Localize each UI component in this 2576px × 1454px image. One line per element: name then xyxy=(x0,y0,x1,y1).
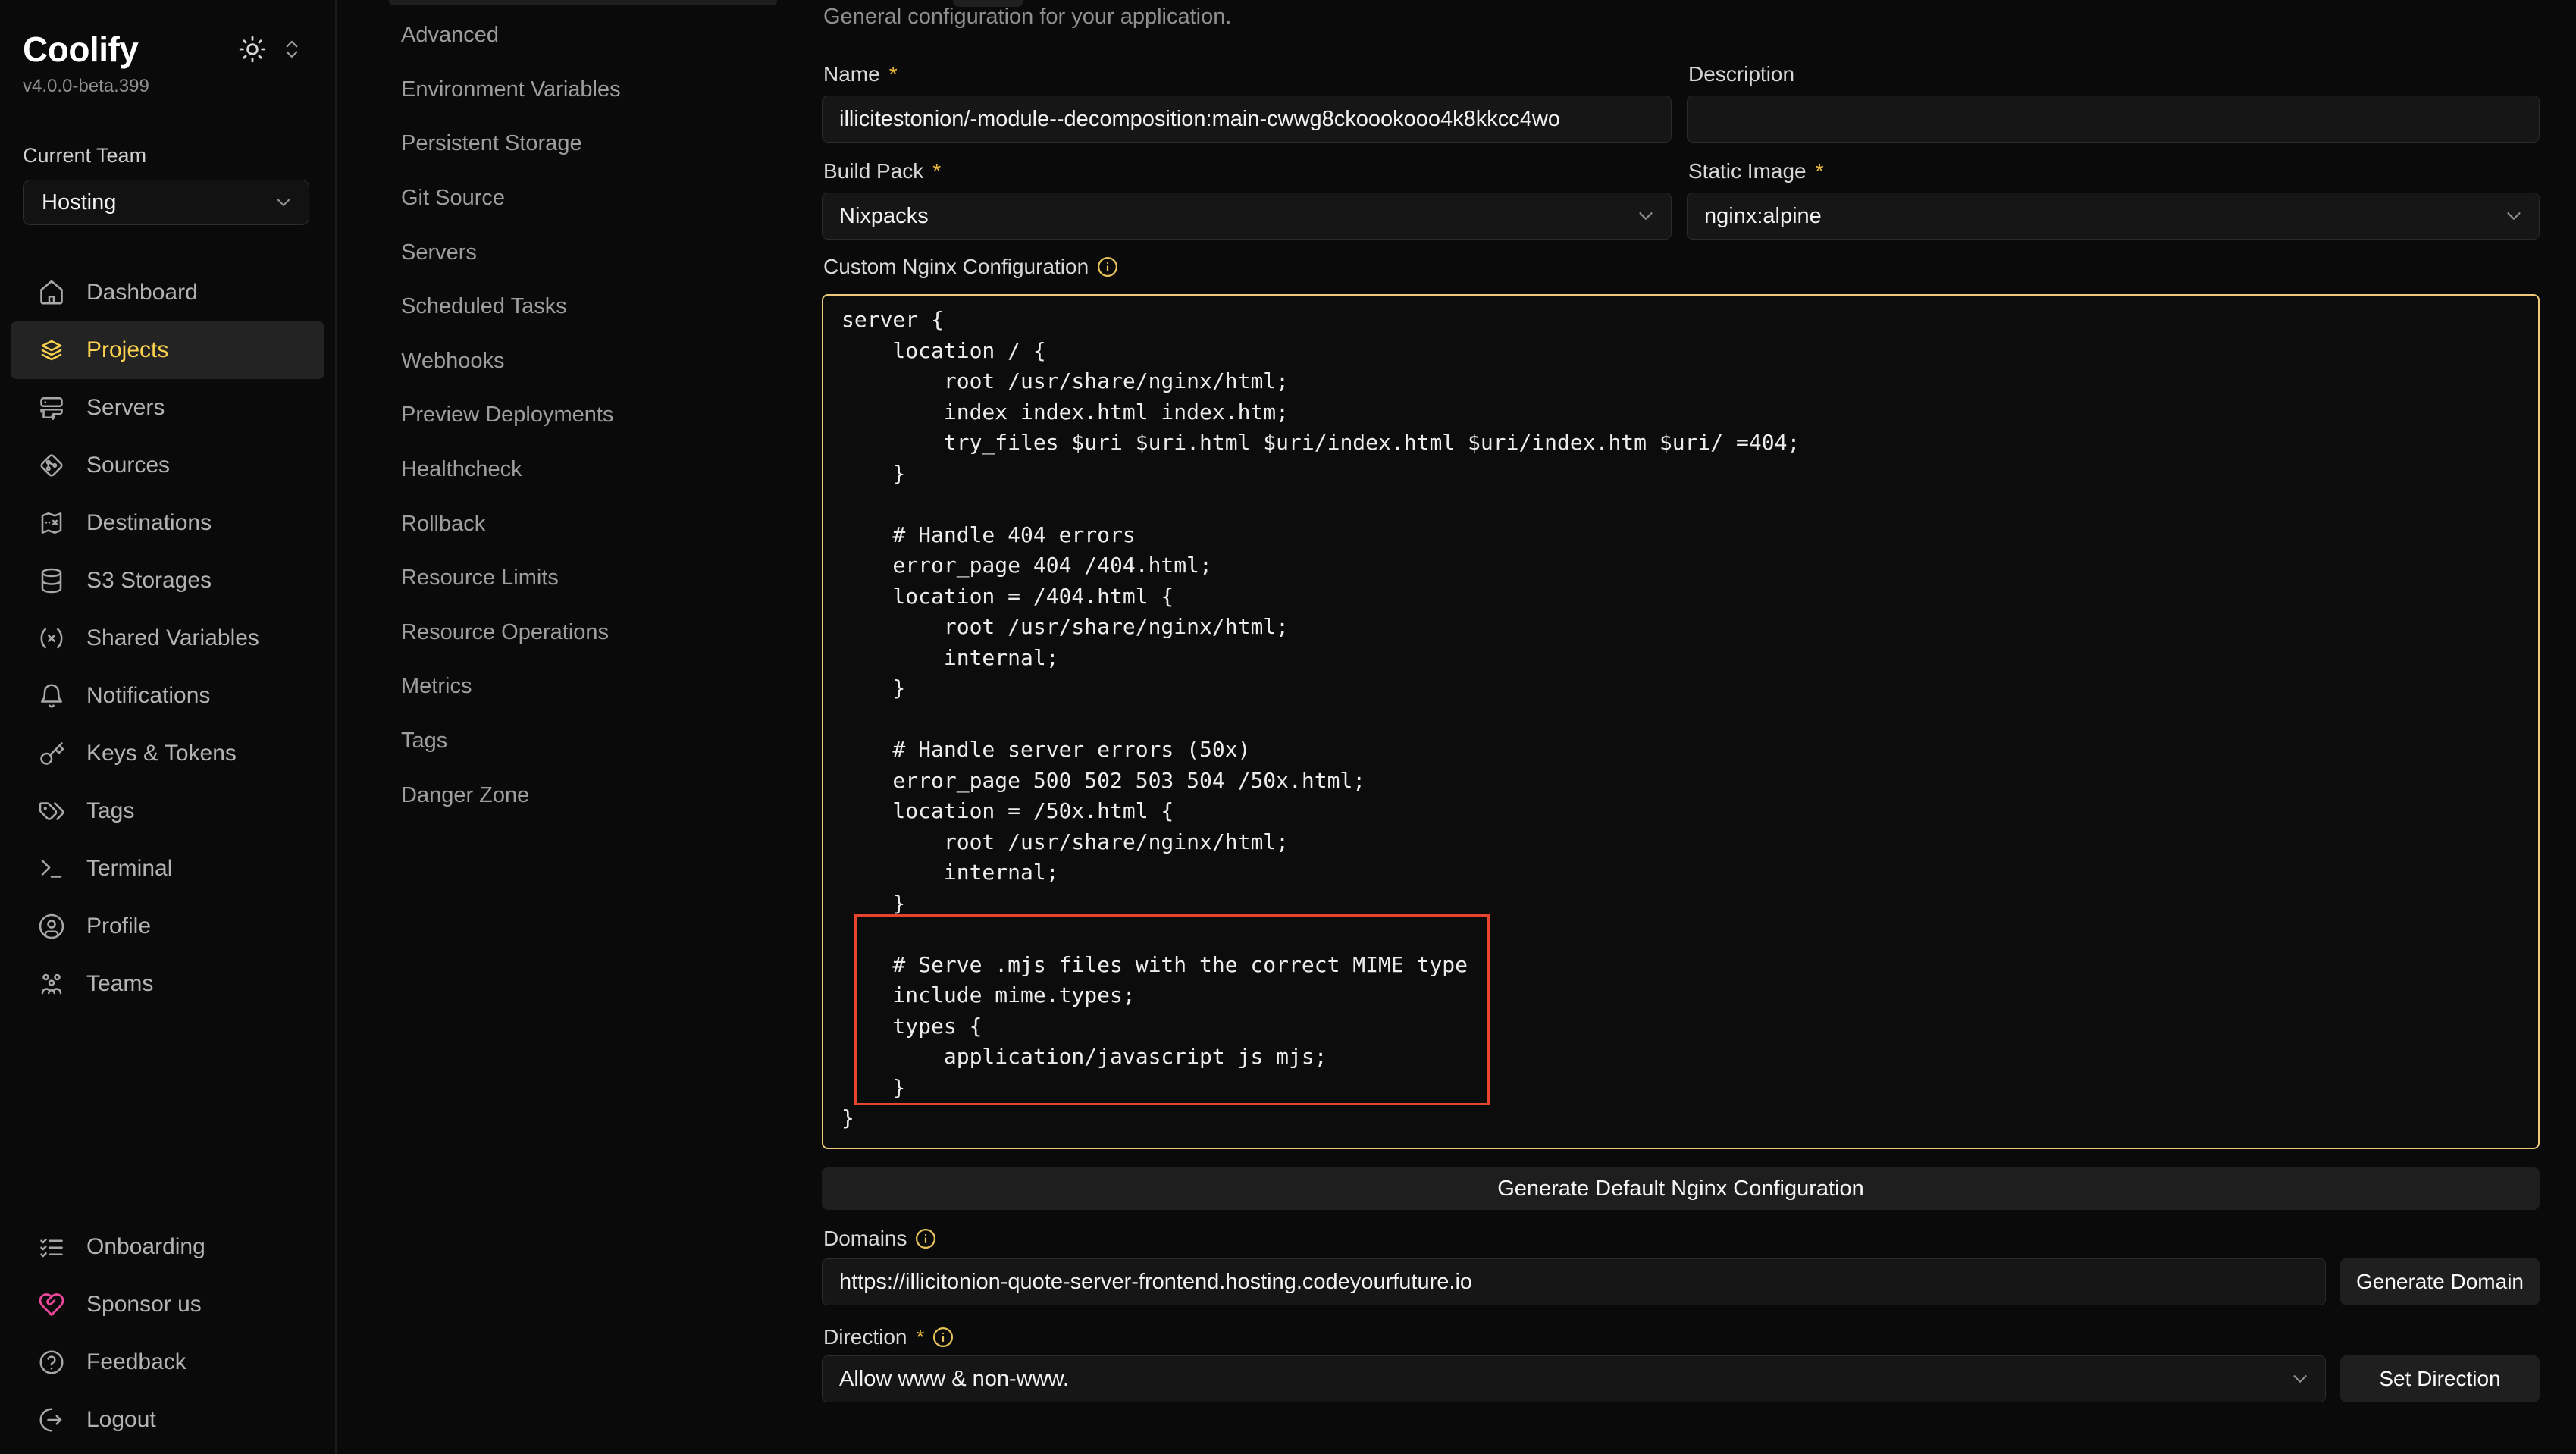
bell-icon xyxy=(38,682,65,710)
sidebar-item-s3-storages[interactable]: S3 Storages xyxy=(11,552,324,609)
coolify-app-window: Coolify v4.0.0-beta.399 Current Team Hos… xyxy=(0,0,2576,1454)
subnav-item-tags[interactable]: Tags xyxy=(338,714,822,769)
domains-input[interactable] xyxy=(822,1258,2326,1305)
sidebar-item-shared-variables[interactable]: Shared Variables xyxy=(11,609,324,667)
generate-domain-button[interactable]: Generate Domain xyxy=(2340,1258,2540,1305)
subnav-item-healthcheck[interactable]: Healthcheck xyxy=(338,443,822,497)
sidebar-item-terminal[interactable]: Terminal xyxy=(11,840,324,898)
chevron-down-icon xyxy=(1634,205,1657,227)
subnav-item-rollback[interactable]: Rollback xyxy=(338,497,822,551)
subnav-item-resource-limits[interactable]: Resource Limits xyxy=(338,551,822,606)
subnav-item-danger-zone[interactable]: Danger Zone xyxy=(338,768,822,823)
sidebar-nav: Dashboard Projects Servers Sources Desti… xyxy=(0,264,335,1013)
sidebar-item-destinations[interactable]: Destinations xyxy=(11,494,324,552)
sidebar-item-logout[interactable]: Logout xyxy=(11,1391,324,1449)
description-label: Description xyxy=(1688,62,1794,86)
server-icon xyxy=(38,394,65,421)
generate-default-nginx-button[interactable]: Generate Default Nginx Configuration xyxy=(822,1167,2540,1210)
subnav-item-metrics[interactable]: Metrics xyxy=(338,660,822,714)
subnav-item-servers[interactable]: Servers xyxy=(338,225,822,280)
heart-handshake-icon xyxy=(38,1291,65,1318)
team-select[interactable]: Hosting xyxy=(23,180,309,225)
layers-icon xyxy=(38,337,65,364)
checklist-icon xyxy=(38,1233,65,1261)
subnav-item-webhooks[interactable]: Webhooks xyxy=(338,334,822,389)
chevron-down-icon xyxy=(2502,205,2525,227)
page-subtitle: General configuration for your applicati… xyxy=(823,5,1231,30)
sidebar-item-profile[interactable]: Profile xyxy=(11,898,324,955)
static-image-label: Static Image* xyxy=(1688,159,1824,183)
subnav-item-advanced[interactable]: Advanced xyxy=(338,8,822,63)
chevron-down-icon xyxy=(2289,1368,2311,1390)
parentheses-x-icon xyxy=(38,625,65,652)
sidebar-item-feedback[interactable]: Feedback xyxy=(11,1333,324,1391)
key-icon xyxy=(38,740,65,767)
nginx-config-code[interactable]: server { location / { root /usr/share/ng… xyxy=(823,296,2538,1134)
terminal-icon xyxy=(38,855,65,882)
info-icon[interactable] xyxy=(1096,255,1119,278)
sidebar-item-sources[interactable]: Sources xyxy=(11,437,324,494)
subnav-item-scheduled-tasks[interactable]: Scheduled Tasks xyxy=(338,280,822,334)
map-icon xyxy=(38,509,65,537)
name-input[interactable] xyxy=(822,96,1672,143)
chevron-down-icon xyxy=(272,191,295,214)
set-direction-button[interactable]: Set Direction xyxy=(2340,1355,2540,1402)
nginx-config-editor[interactable]: server { location / { root /usr/share/ng… xyxy=(822,294,2540,1149)
sidebar-footer: Onboarding Sponsor us Feedback Logout xyxy=(11,1218,324,1449)
sidebar: Coolify v4.0.0-beta.399 Current Team Hos… xyxy=(0,0,337,1454)
sidebar-item-teams[interactable]: Teams xyxy=(11,955,324,1013)
subnav-item-persistent-storage[interactable]: Persistent Storage xyxy=(338,117,822,171)
subnav-item-environment-variables[interactable]: Environment Variables xyxy=(338,63,822,118)
sidebar-item-tags[interactable]: Tags xyxy=(11,782,324,840)
users-icon xyxy=(38,970,65,998)
current-team-label: Current Team xyxy=(0,144,335,168)
team-select-value: Hosting xyxy=(42,190,116,215)
subnav-item-preview-deployments[interactable]: Preview Deployments xyxy=(338,388,822,443)
subnav-item-git-source[interactable]: Git Source xyxy=(338,171,822,226)
app-logo: Coolify xyxy=(23,32,138,67)
app-version: v4.0.0-beta.399 xyxy=(0,76,335,97)
domains-label: Domains xyxy=(823,1227,937,1251)
help-circle-icon xyxy=(38,1349,65,1376)
subnav-item-resource-operations[interactable]: Resource Operations xyxy=(338,606,822,660)
home-icon xyxy=(38,279,65,306)
general-configuration-panel: General configuration for your applicati… xyxy=(822,0,2540,1454)
description-input[interactable] xyxy=(1687,96,2540,143)
sidebar-item-keys-tokens[interactable]: Keys & Tokens xyxy=(11,725,324,782)
sidebar-item-dashboard[interactable]: Dashboard xyxy=(11,264,324,321)
name-label: Name* xyxy=(823,62,898,86)
sidebar-item-servers[interactable]: Servers xyxy=(11,379,324,437)
logout-icon xyxy=(38,1406,65,1434)
user-circle-icon xyxy=(38,913,65,940)
subnav-selected-item-partial[interactable] xyxy=(389,0,777,5)
chevrons-up-down-icon[interactable] xyxy=(280,38,303,61)
sidebar-item-projects[interactable]: Projects xyxy=(11,321,324,379)
info-icon[interactable] xyxy=(932,1326,954,1349)
tags-icon xyxy=(38,798,65,825)
build-pack-label: Build Pack* xyxy=(823,159,941,183)
static-image-select[interactable]: nginx:alpine xyxy=(1687,193,2540,240)
sidebar-item-onboarding[interactable]: Onboarding xyxy=(11,1218,324,1276)
direction-select[interactable]: Allow www & non-www. xyxy=(822,1355,2326,1402)
git-source-icon xyxy=(38,452,65,479)
info-icon[interactable] xyxy=(914,1227,937,1250)
theme-toggle-sun-icon[interactable] xyxy=(238,35,267,64)
sidebar-item-notifications[interactable]: Notifications xyxy=(11,667,324,725)
settings-subnav: Advanced Environment Variables Persisten… xyxy=(338,0,822,1454)
sidebar-item-sponsor-us[interactable]: Sponsor us xyxy=(11,1276,324,1333)
build-pack-select[interactable]: Nixpacks xyxy=(822,193,1672,240)
database-icon xyxy=(38,567,65,594)
direction-label: Direction* xyxy=(823,1325,954,1349)
nginx-config-label: Custom Nginx Configuration xyxy=(823,255,1119,279)
